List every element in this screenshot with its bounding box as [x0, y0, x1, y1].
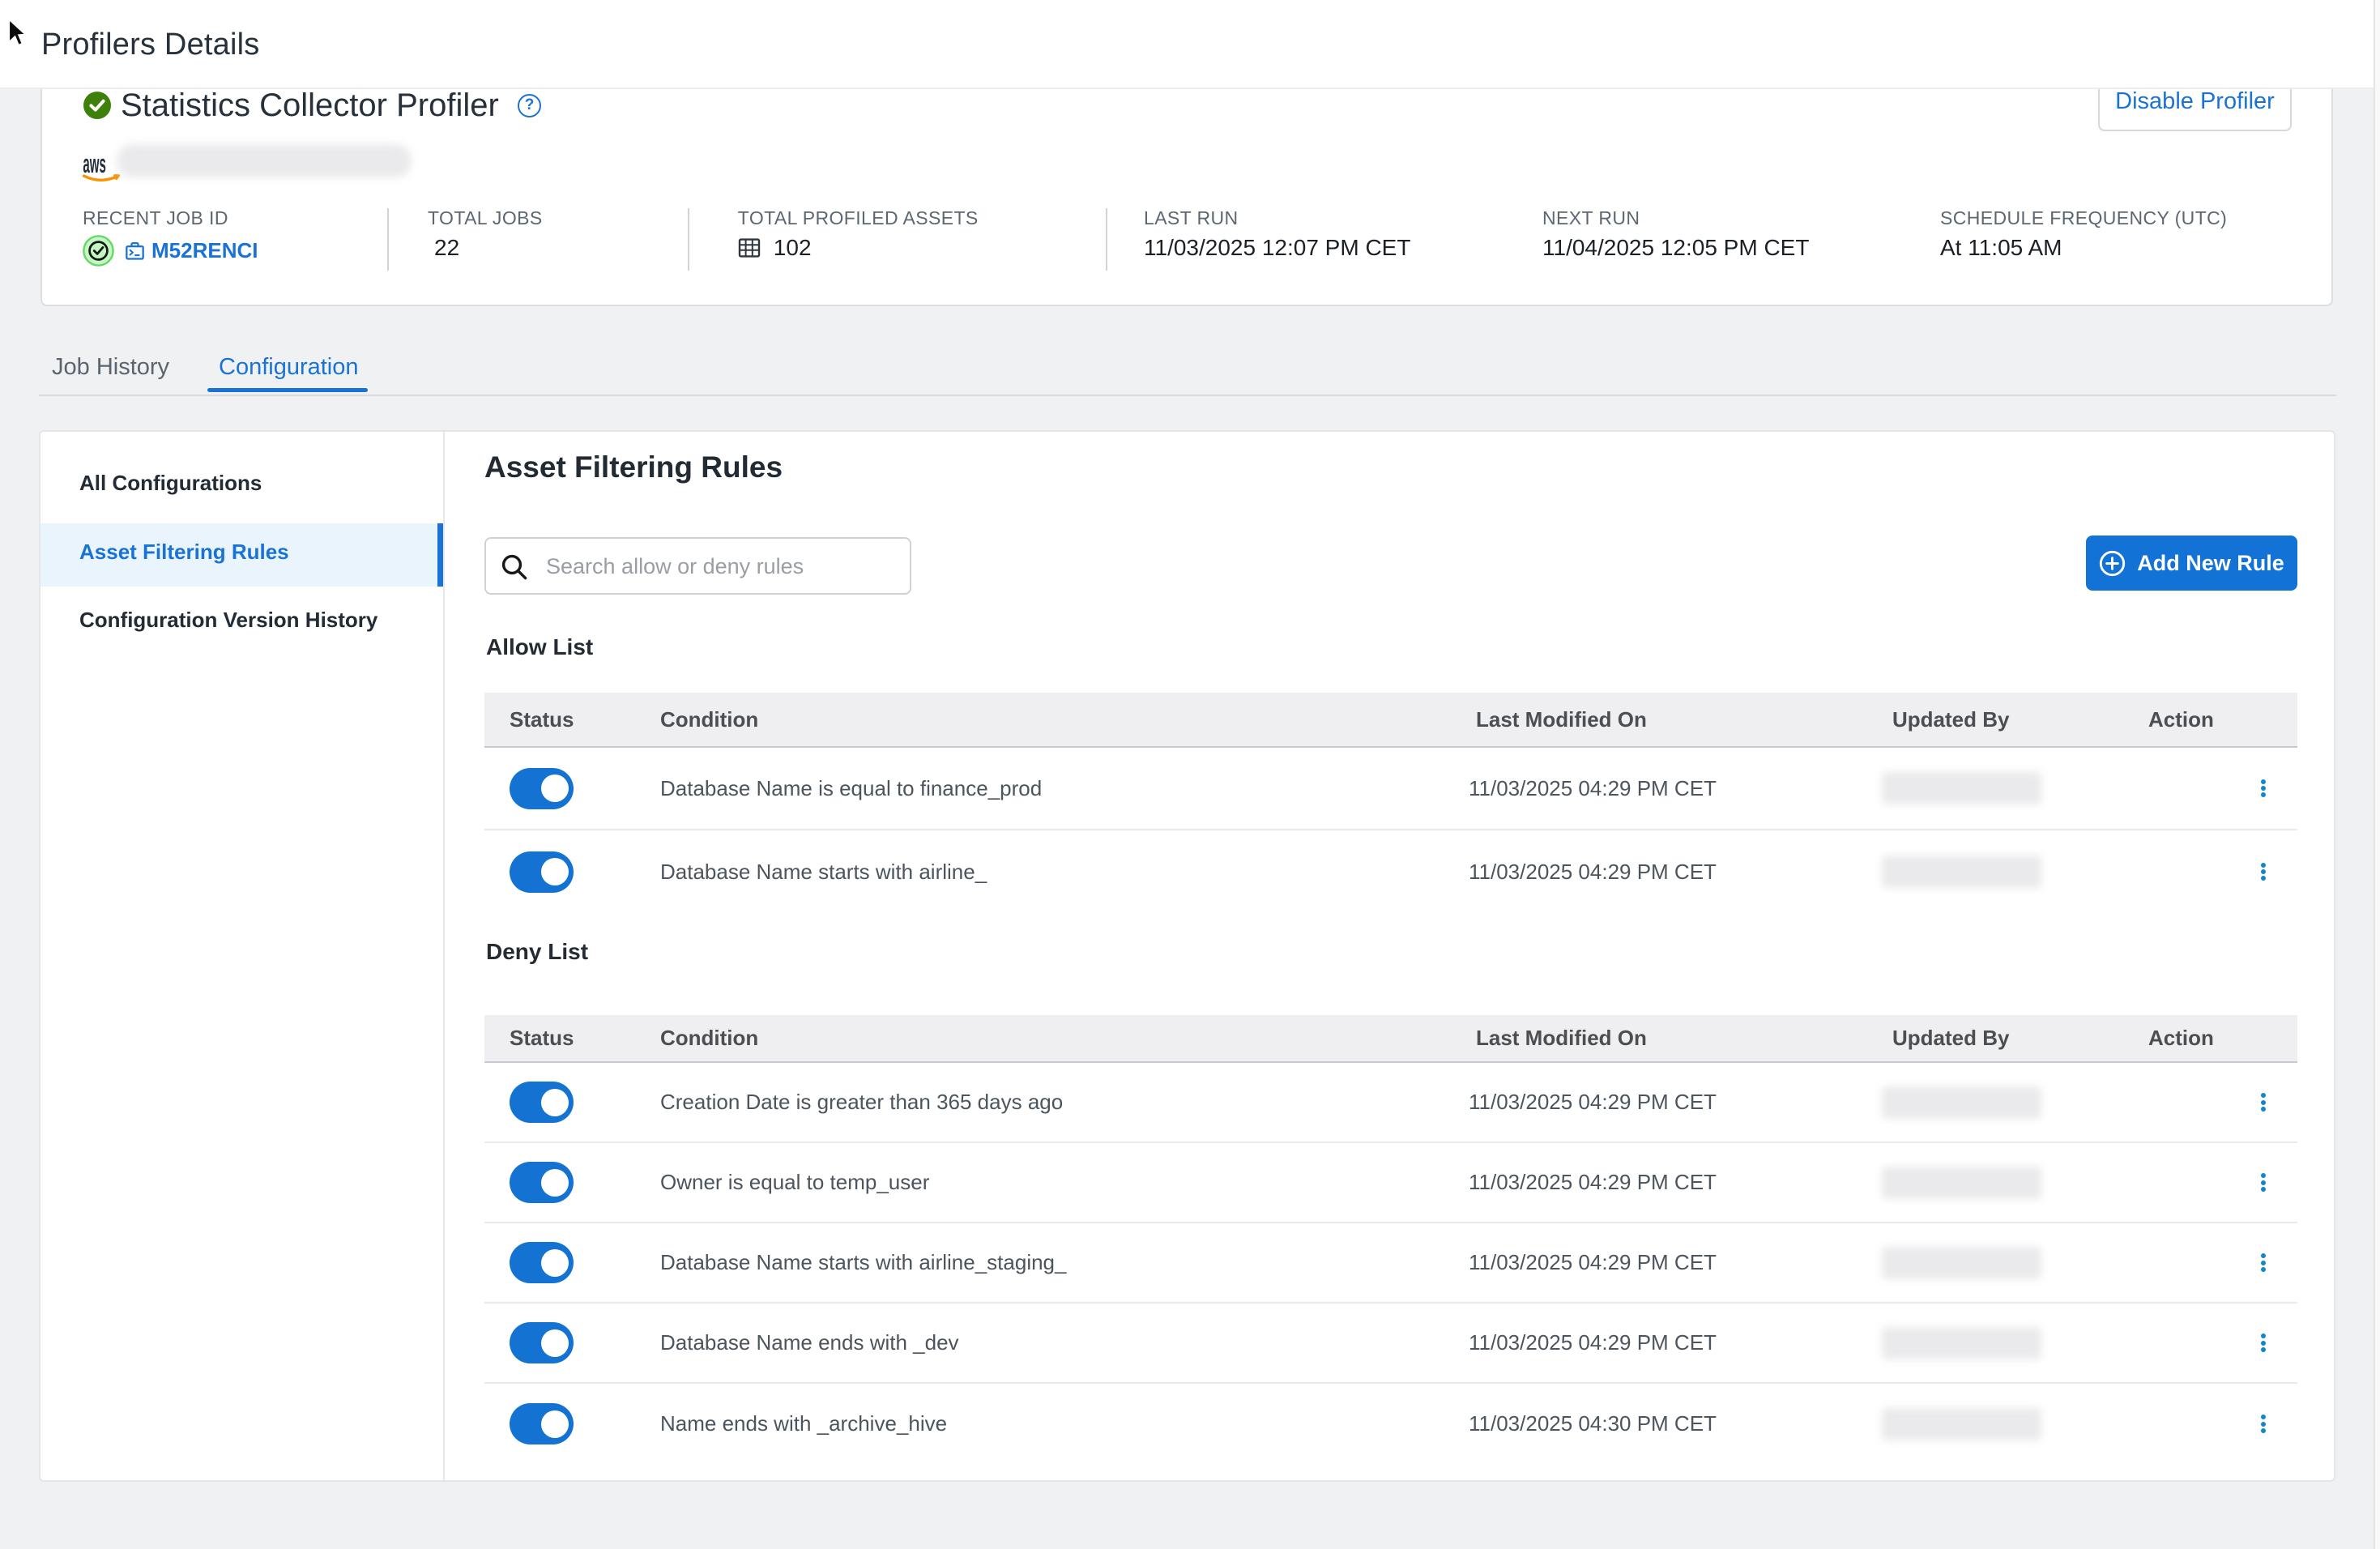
svg-text:aws: aws [83, 156, 105, 178]
